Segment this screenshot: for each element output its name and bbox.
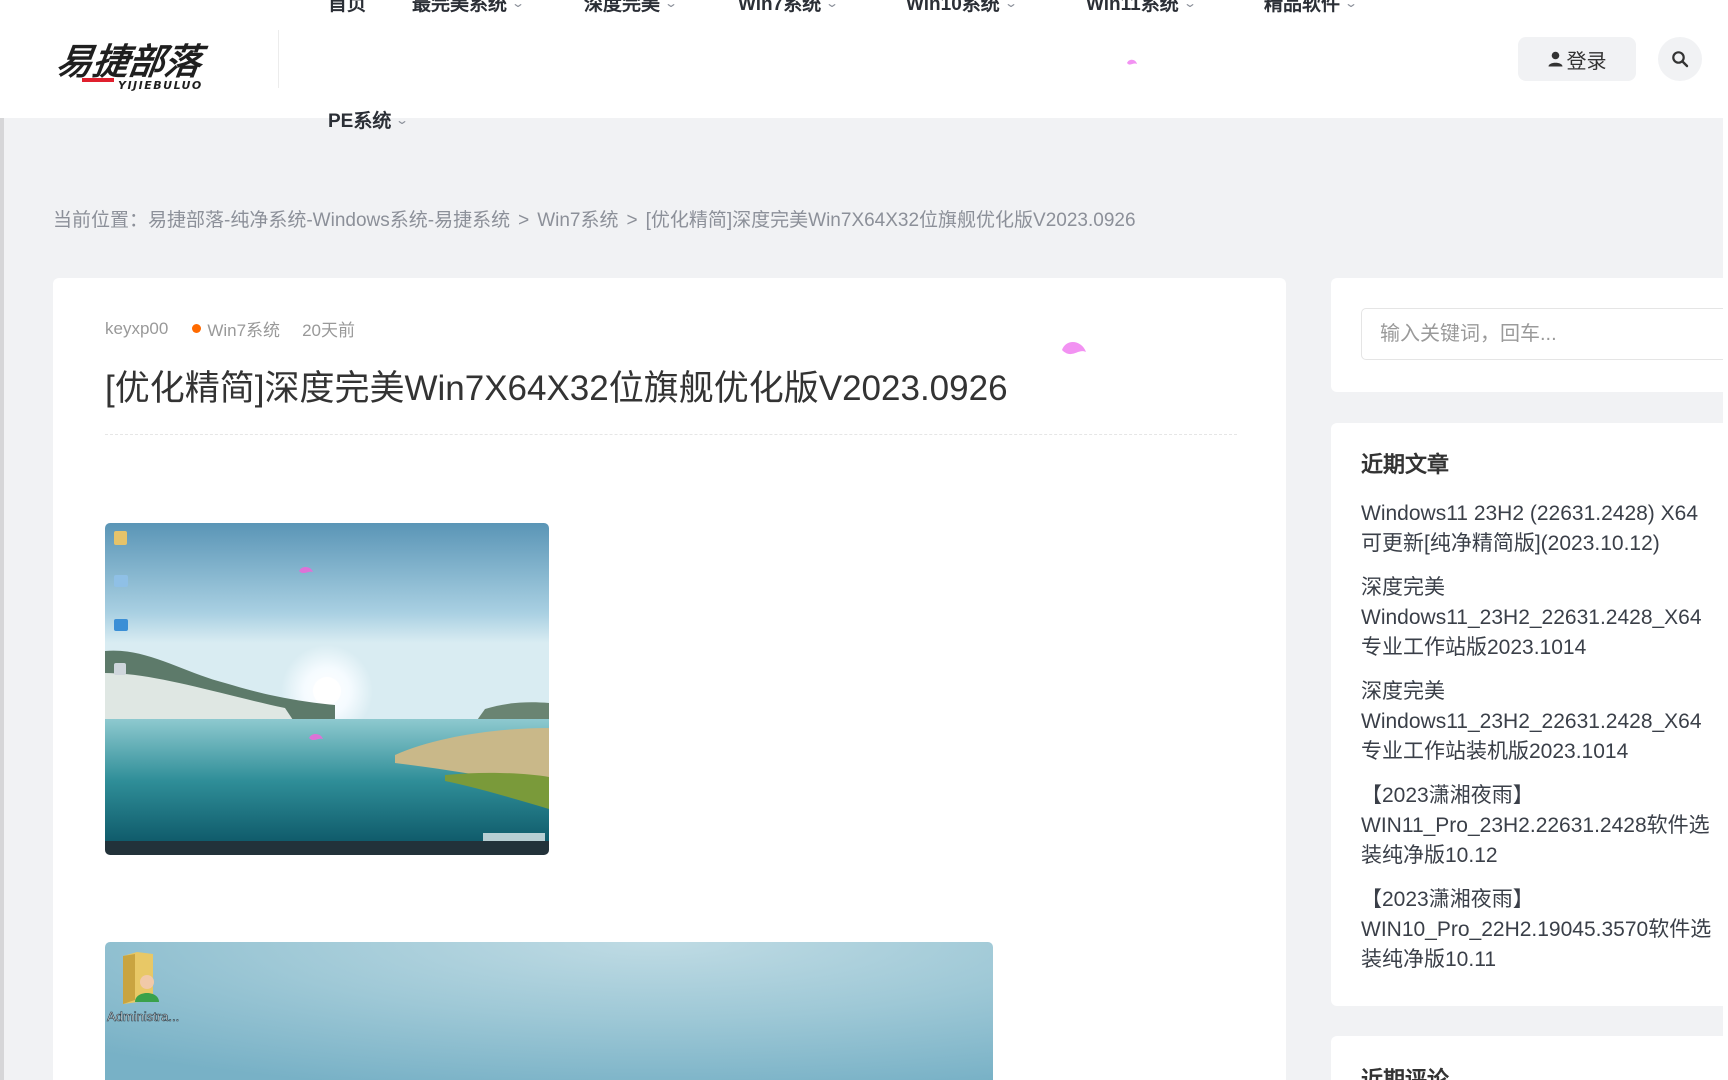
search-button[interactable] [1658, 37, 1702, 81]
nav-label: 精品软件 [1264, 0, 1341, 15]
nav-item-pe[interactable]: PE系统 ⌄ [328, 106, 410, 133]
logo-text-cn: 易捷部落 [58, 40, 210, 83]
recent-comments-title: 近期评论 [1361, 1067, 1450, 1080]
nav-label: Win10系统 [906, 0, 1000, 15]
article-screenshot-2[interactable]: Administra... [105, 942, 993, 1080]
article-screenshot-1[interactable] [105, 523, 549, 855]
recent-post-item[interactable]: 【2023潇湘夜雨】 WIN10_Pro_22H2.19045.3570软件选 … [1361, 885, 1728, 975]
nav-label: Win11系统 [1086, 0, 1179, 15]
nav-label: PE系统 [328, 111, 392, 132]
article-category[interactable]: Win7系统 [207, 316, 280, 341]
nav-item-shendu[interactable]: 深度完美 ⌄ [584, 0, 679, 16]
article-title: [优化精简]深度完美Win7X64X32位旗舰优化版V2023.0926 [105, 369, 1008, 408]
desktop-icon-label: Administra... [107, 1009, 179, 1024]
header-divider [278, 30, 279, 88]
nav-label: 深度完美 [584, 0, 661, 15]
category-dot-icon [192, 324, 202, 333]
user-icon [1548, 51, 1562, 67]
breadcrumb-prefix: 当前位置： [53, 210, 149, 231]
nav-item-software[interactable]: 精品软件 ⌄ [1264, 0, 1359, 16]
page-right-edge [1723, 0, 1728, 1080]
nav-label: Win7系统 [738, 0, 822, 15]
article-card: keyxp00 Win7系统 20天前 [优化精简]深度完美Win7X64X32… [53, 278, 1286, 1080]
nav-label: 首页 [328, 0, 367, 15]
chevron-down-icon: ⌄ [1182, 0, 1197, 10]
chevron-down-icon: ⌄ [664, 0, 679, 10]
nav-item-win11[interactable]: Win11系统 ⌄ [1086, 0, 1197, 16]
article-author[interactable]: keyxp00 [105, 319, 168, 339]
login-label: 登录 [1566, 50, 1607, 73]
nav-item-win10[interactable]: Win10系统 ⌄ [906, 0, 1018, 16]
logo-text-en: YIJIEBULUO [118, 79, 203, 92]
recent-comments-widget: 近期评论 [1331, 1036, 1728, 1080]
sidebar-search-input[interactable] [1361, 308, 1728, 360]
article-meta: keyxp00 Win7系统 20天前 [105, 316, 355, 341]
chevron-down-icon: ⌄ [395, 112, 410, 127]
logo-red-accent [82, 78, 114, 82]
recent-post-item[interactable]: 深度完美 Windows11_23H2_22631.2428_X64 专业工作站… [1361, 677, 1728, 767]
search-icon [1672, 51, 1689, 68]
recent-posts-list: Windows11 23H2 (22631.2428) X64 可更新[纯净精简… [1361, 499, 1728, 989]
chevron-down-icon: ⌄ [825, 0, 840, 10]
page-left-shade [0, 0, 4, 1080]
petal-decoration [309, 733, 323, 741]
breadcrumb: 当前位置：易捷部落-纯净系统-Windows系统-易捷系统 > Win7系统 > [优化… [53, 205, 1136, 232]
breadcrumb-link-home[interactable]: 易捷部落-纯净系统-Windows系统-易捷系统 [148, 210, 510, 231]
nav-item-win7[interactable]: Win7系统 ⌄ [738, 0, 840, 16]
site-header: 易捷部落 YIJIEBULUO 首页 最完美系统 ⌄ 深度完美 ⌄ Win7系统 ⌄ … [0, 0, 1728, 132]
recent-posts-title: 近期文章 [1361, 452, 1450, 477]
chevron-down-icon: ⌄ [511, 0, 526, 10]
chevron-down-icon: ⌄ [1344, 0, 1359, 10]
nav-label: 最完美系统 [412, 0, 508, 15]
site-logo[interactable]: 易捷部落 YIJIEBULUO [58, 40, 238, 92]
recent-post-item[interactable]: Windows11 23H2 (22631.2428) X64 可更新[纯净精简… [1361, 499, 1728, 559]
chevron-down-icon: ⌄ [1003, 0, 1018, 10]
breadcrumb-current: [优化精简]深度完美Win7X64X32位旗舰优化版V2023.0926 [645, 210, 1136, 231]
breadcrumb-separator: > [518, 210, 530, 231]
petal-decoration [1062, 341, 1086, 355]
recent-post-item[interactable]: 深度完美 Windows11_23H2_22631.2428_X64 专业工作站… [1361, 573, 1728, 663]
article-time: 20天前 [302, 321, 355, 340]
petal-decoration [1127, 59, 1137, 65]
recent-post-item[interactable]: 【2023潇湘夜雨】 WIN11_Pro_23H2.22631.2428软件选 … [1361, 781, 1728, 871]
sidebar-search-widget [1331, 278, 1728, 392]
title-divider [105, 434, 1237, 435]
nav-item-home[interactable]: 首页 [328, 0, 366, 16]
breadcrumb-link-category[interactable]: Win7系统 [537, 210, 618, 231]
recent-posts-widget: 近期文章 Windows11 23H2 (22631.2428) X64 可更新… [1331, 423, 1728, 1006]
breadcrumb-separator: > [626, 210, 638, 231]
petal-decoration [299, 566, 313, 574]
nav-item-perfect-system[interactable]: 最完美系统 ⌄ [412, 0, 526, 16]
login-button[interactable]: 登录 [1518, 37, 1636, 81]
